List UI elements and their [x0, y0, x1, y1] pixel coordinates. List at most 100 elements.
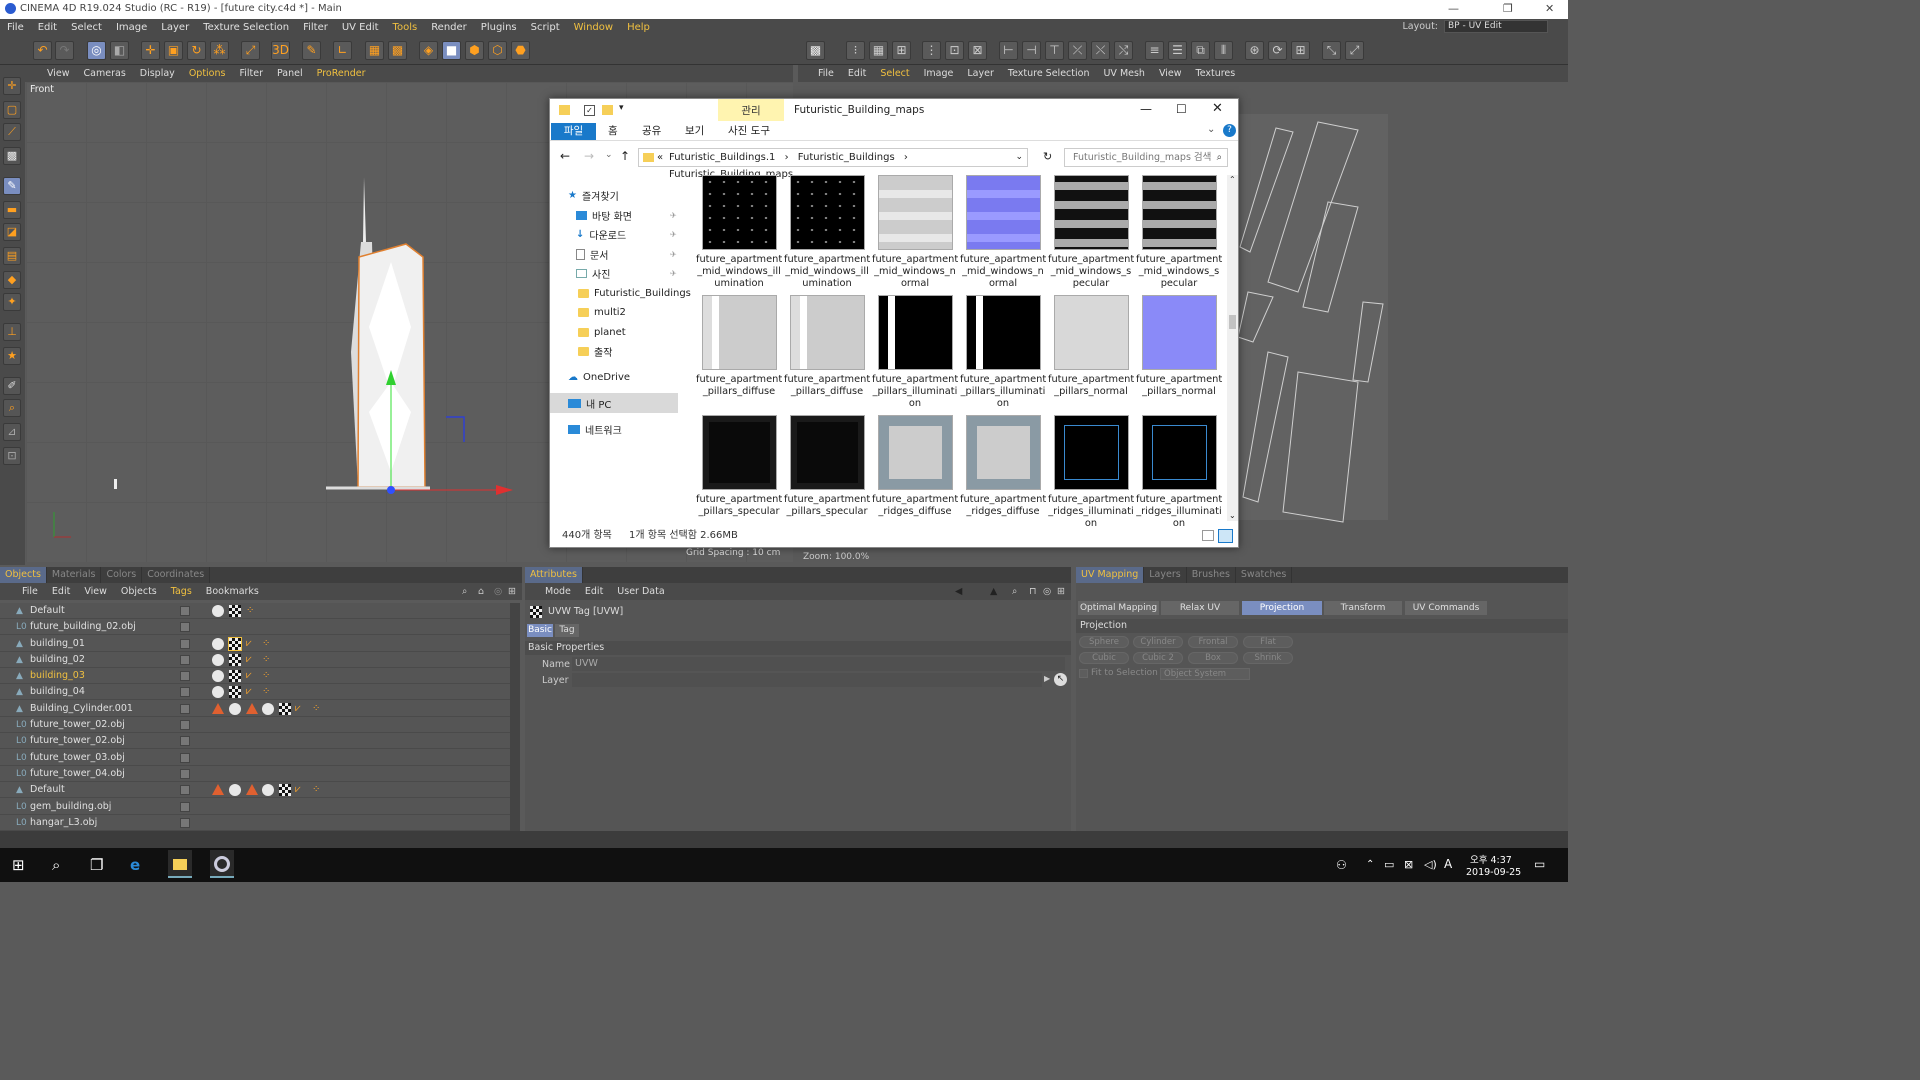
projection-button[interactable]: Projection [1242, 601, 1322, 615]
ribbon-tab-home[interactable]: 홈 [608, 123, 618, 138]
close-icon[interactable]: ✕ [1545, 2, 1554, 15]
notification-icon[interactable]: ▭ [1534, 857, 1545, 871]
menu-filter[interactable]: Filter [303, 22, 328, 33]
cubic-button[interactable]: Cubic [1079, 652, 1129, 664]
magnifier-icon[interactable]: ⌕ [3, 399, 21, 417]
nav-documents[interactable]: 문서 ✈ [576, 246, 677, 262]
material-tag-icon[interactable] [212, 638, 224, 650]
cinema4d-taskbar-icon[interactable] [210, 850, 234, 878]
home-icon[interactable]: ⌂ [478, 586, 484, 597]
phong-tag-icon[interactable]: ⁘ [262, 654, 274, 666]
render-picture-viewer-icon[interactable]: ▩ [388, 41, 407, 60]
properties-icon[interactable]: ✓ [584, 105, 595, 116]
brush-icon[interactable]: ✎ [3, 177, 21, 195]
undo-icon[interactable]: ↶ [33, 41, 52, 60]
axis-tool-icon[interactable]: ⤢ [241, 41, 260, 60]
file-item[interactable]: future_apartment _pillars_specular [784, 415, 870, 533]
object-row[interactable]: ▲ Default ⩗ ⁘ [0, 782, 510, 798]
texture-tag-icon[interactable] [246, 784, 258, 795]
visibility-toggle[interactable] [180, 622, 190, 632]
search-icon[interactable]: ⌕ [1012, 586, 1017, 597]
details-view-icon[interactable] [1202, 530, 1214, 541]
object-row[interactable]: L0 future_tower_02.obj [0, 733, 510, 749]
selection-tag-icon[interactable]: ⩗ [246, 670, 258, 682]
search-icon[interactable]: ⌕ [1217, 149, 1222, 166]
line-icon[interactable]: ⊥ [3, 323, 21, 341]
visibility-toggle[interactable] [180, 720, 190, 730]
attr-menu-user-data[interactable]: User Data [617, 586, 664, 597]
nav-onedrive[interactable]: ☁ OneDrive [568, 369, 630, 385]
menu-plugins[interactable]: Plugins [481, 22, 517, 33]
recent-tools-icon[interactable]: ⁂ [210, 41, 229, 60]
back-icon[interactable]: ← [560, 149, 570, 163]
clock-date[interactable]: 2019-09-25 [1466, 867, 1521, 878]
visibility-toggle[interactable] [180, 753, 190, 763]
menu-file[interactable]: File [7, 22, 24, 33]
viewport-menu-view[interactable]: View [47, 68, 70, 79]
selection-tag-icon[interactable]: ⩗ [246, 638, 258, 650]
relax-uv-button[interactable]: Relax UV [1161, 601, 1239, 615]
menu-uv-edit[interactable]: UV Edit [342, 22, 379, 33]
selection-tag-icon[interactable]: ⩗ [246, 654, 258, 666]
material-tag-icon[interactable] [212, 605, 224, 617]
tab-layers[interactable]: Layers [1144, 567, 1187, 583]
recent-locations-icon[interactable]: ⌄ [605, 150, 613, 160]
model-mode-icon[interactable]: ■ [442, 41, 461, 60]
file-item[interactable]: future_apartment _ridges_illuminati on [1048, 415, 1134, 533]
uv-menu-view[interactable]: View [1159, 68, 1182, 79]
uv-menu-image[interactable]: Image [924, 68, 954, 79]
sphere-button[interactable]: Sphere [1079, 636, 1129, 648]
object-row[interactable]: ▲ building_01 ⩗ ⁘ [0, 636, 510, 652]
file-item[interactable]: future_apartment _mid_windows_n ormal [872, 175, 958, 293]
phong-tag-icon[interactable]: ⁘ [262, 638, 274, 650]
rotate-tool-icon[interactable]: ↻ [187, 41, 206, 60]
file-item[interactable]: future_apartment _mid_windows_ill uminatio… [784, 175, 870, 293]
object-row[interactable]: ▲ building_02 ⩗ ⁘ [0, 652, 510, 668]
nav-mypc[interactable]: 내 PC [550, 393, 678, 413]
object-list-scrollbar[interactable] [510, 603, 520, 831]
nav-desktop[interactable]: 바탕 화면 ✈ [576, 207, 677, 223]
nav-folder-multi2[interactable]: multi2 [578, 304, 626, 320]
people-icon[interactable]: ⚇ [1336, 858, 1347, 872]
uvw-tag-icon[interactable] [229, 686, 241, 698]
file-item[interactable]: future_apartment _pillars_normal [1136, 295, 1222, 413]
section-projection[interactable]: Projection [1076, 619, 1568, 633]
scroll-down-icon[interactable]: ⌄ [1229, 511, 1236, 520]
phong-tag-icon[interactable]: ⁘ [312, 703, 324, 715]
visibility-toggle[interactable] [180, 671, 190, 681]
new-attributes-icon[interactable]: ⊞ [1057, 586, 1065, 597]
uv-points-icon[interactable]: ⁝ [846, 41, 865, 60]
layer-arrow-icon[interactable]: ▶ [1044, 674, 1050, 683]
uv-rotate-icon[interactable]: ⟳ [1268, 41, 1287, 60]
uv-checker-icon[interactable]: ▩ [806, 41, 825, 60]
help-icon[interactable]: ? [1223, 124, 1236, 137]
tab-uv-mapping[interactable]: UV Mapping [1076, 567, 1145, 583]
make-editable-icon[interactable]: ✛ [3, 77, 21, 95]
texture-tag-icon[interactable] [212, 703, 224, 714]
search-icon[interactable]: ⌕ [52, 856, 60, 874]
uv-select-icon[interactable]: ⊞ [1291, 41, 1310, 60]
file-item[interactable]: future_apartment _mid_windows_n ormal [960, 175, 1046, 293]
selection-tool-icon[interactable]: ◧ [110, 41, 129, 60]
transform-icon[interactable]: ⊡ [3, 447, 21, 465]
material-tag-icon[interactable] [212, 686, 224, 698]
tab-objects[interactable]: Objects [0, 567, 47, 583]
visibility-toggle[interactable] [180, 687, 190, 697]
visibility-toggle[interactable] [180, 736, 190, 746]
workplane-icon[interactable]: ∟ [333, 41, 352, 60]
visibility-toggle[interactable] [180, 818, 190, 828]
bucket-icon[interactable]: ◆ [3, 271, 21, 289]
coordinate-system-icon[interactable]: 3D [271, 41, 290, 60]
texture-mode-icon[interactable]: ◈ [419, 41, 438, 60]
uvw-tag-icon[interactable] [229, 654, 241, 666]
phong-tag-icon[interactable]: ⁘ [246, 605, 258, 617]
menu-help[interactable]: Help [627, 22, 650, 33]
back-arrow-icon[interactable]: ◀ [955, 586, 962, 597]
file-item[interactable]: future_apartment _ridges_diffuse [960, 415, 1046, 533]
transform-button[interactable]: Transform [1324, 601, 1402, 615]
material-tag-icon[interactable] [212, 654, 224, 666]
cylinder-button[interactable]: Cylinder [1133, 636, 1183, 648]
up-arrow-icon[interactable]: ▲ [990, 586, 997, 597]
redo-icon[interactable]: ↷ [55, 41, 74, 60]
uv-menu-edit[interactable]: Edit [848, 68, 866, 79]
